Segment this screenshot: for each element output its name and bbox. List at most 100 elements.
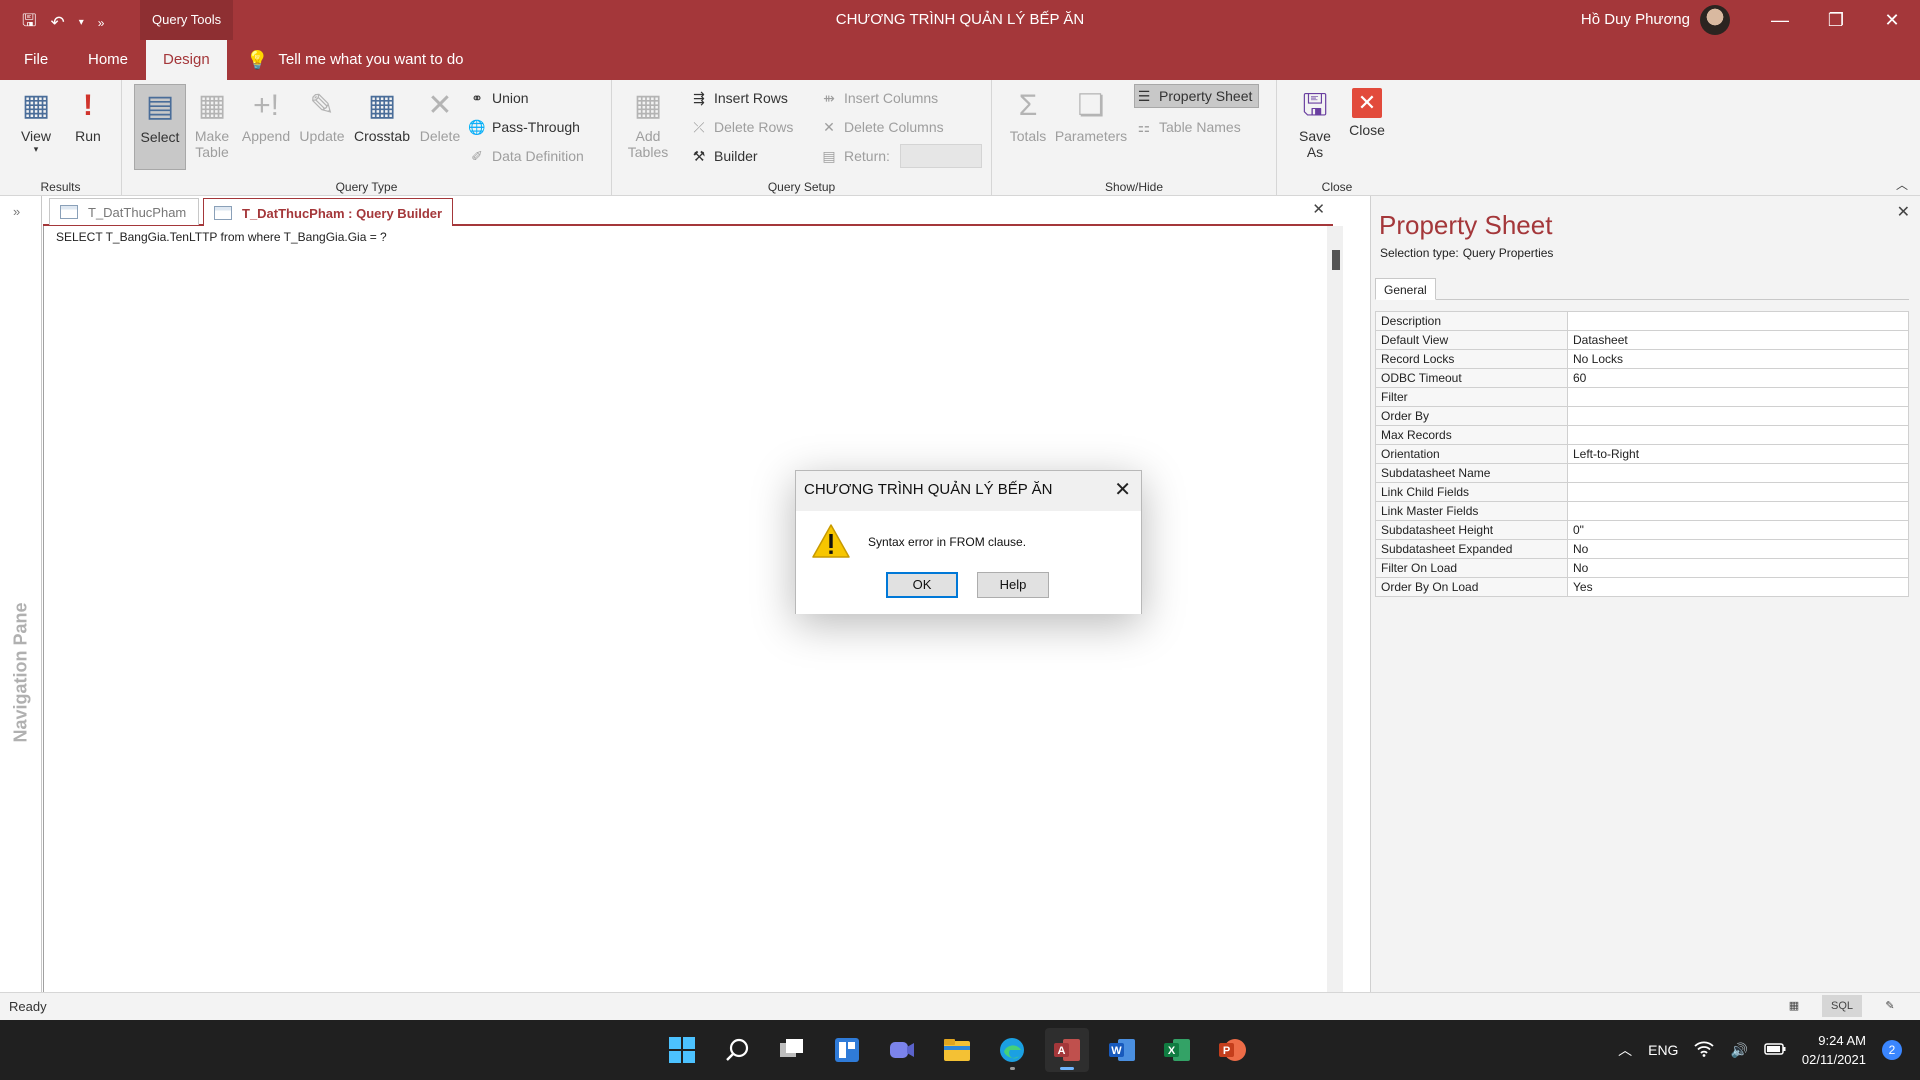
user-account[interactable]: Hồ Duy Phương bbox=[1581, 0, 1730, 40]
return-combobox[interactable] bbox=[899, 144, 982, 168]
builder-button[interactable]: ⚒ Builder bbox=[690, 144, 758, 168]
close-property-sheet-icon[interactable]: ✕ bbox=[1897, 202, 1910, 222]
ok-button[interactable]: OK bbox=[886, 572, 958, 598]
selection-type: Selection type: Query Properties bbox=[1380, 246, 1554, 260]
tell-me-search[interactable]: 💡 Tell me what you want to do bbox=[236, 40, 474, 80]
customize-qat-icon[interactable]: » bbox=[98, 16, 105, 30]
property-value[interactable]: Left-to-Right bbox=[1567, 444, 1909, 464]
delete-columns-button[interactable]: ✕ Delete Columns bbox=[820, 115, 943, 139]
powerpoint-icon[interactable]: P bbox=[1210, 1028, 1254, 1072]
minimize-icon[interactable]: — bbox=[1752, 0, 1808, 40]
select-query-icon: ▤ bbox=[145, 90, 175, 123]
scrollbar-thumb[interactable] bbox=[1332, 250, 1340, 270]
append-button[interactable]: +! Append bbox=[238, 84, 294, 170]
collapse-ribbon-icon[interactable]: ︿ bbox=[1896, 176, 1908, 193]
insert-rows-button[interactable]: ⇶ Insert Rows bbox=[690, 86, 788, 110]
tab-file[interactable]: File bbox=[14, 40, 58, 80]
property-row: Filter bbox=[1375, 387, 1909, 407]
close-document-icon[interactable]: ✕ bbox=[1312, 200, 1325, 218]
update-button[interactable]: ✎ Update bbox=[294, 84, 350, 170]
sql-text[interactable]: SELECT T_BangGia.TenLTTP from where T_Ba… bbox=[56, 230, 387, 244]
sql-view-button[interactable]: SQL bbox=[1822, 995, 1862, 1017]
property-value[interactable]: Datasheet bbox=[1567, 330, 1909, 350]
parameters-button[interactable]: ❏ Parameters bbox=[1054, 84, 1128, 170]
delete-query-button[interactable]: ✕ Delete bbox=[414, 84, 466, 170]
close-query-button[interactable]: ✕ Close bbox=[1341, 84, 1393, 170]
dialog-close-icon[interactable]: ✕ bbox=[1114, 477, 1131, 502]
property-value[interactable]: No bbox=[1567, 539, 1909, 559]
windows-start-icon[interactable] bbox=[660, 1028, 704, 1072]
tab-query-builder[interactable]: T_DatThucPham : Query Builder bbox=[203, 198, 454, 227]
totals-button[interactable]: Σ Totals bbox=[1002, 84, 1054, 170]
wifi-icon[interactable] bbox=[1694, 1041, 1715, 1060]
property-value[interactable] bbox=[1567, 406, 1909, 426]
data-definition-button[interactable]: ✐ Data Definition bbox=[468, 144, 584, 168]
teams-chat-icon[interactable] bbox=[880, 1028, 924, 1072]
property-value[interactable] bbox=[1567, 463, 1909, 483]
excel-icon[interactable]: X bbox=[1155, 1028, 1199, 1072]
design-view-icon[interactable]: ✎ bbox=[1870, 995, 1910, 1017]
clock[interactable]: 9:24 AM 02/11/2021 bbox=[1802, 1031, 1866, 1069]
sql-editor[interactable]: SELECT T_BangGia.TenLTTP from where T_Ba… bbox=[43, 226, 1343, 992]
access-icon[interactable]: A bbox=[1045, 1028, 1089, 1072]
property-value[interactable]: No bbox=[1567, 558, 1909, 578]
property-key: ODBC Timeout bbox=[1375, 368, 1568, 388]
property-value[interactable]: 0" bbox=[1567, 520, 1909, 540]
property-value[interactable] bbox=[1567, 311, 1909, 331]
volume-icon[interactable]: 🔊 bbox=[1730, 1042, 1747, 1059]
navigation-pane-label[interactable]: Navigation Pane bbox=[11, 602, 32, 742]
property-value[interactable] bbox=[1567, 425, 1909, 445]
undo-icon[interactable]: ↶ bbox=[50, 13, 64, 33]
property-key: Default View bbox=[1375, 330, 1568, 350]
property-value[interactable] bbox=[1567, 387, 1909, 407]
make-table-button[interactable]: ▦ Make Table bbox=[186, 84, 238, 170]
close-window-icon[interactable]: ✕ bbox=[1864, 0, 1920, 40]
insert-columns-button[interactable]: ⇻ Insert Columns bbox=[820, 86, 938, 110]
crosstab-button[interactable]: ▦ Crosstab bbox=[350, 84, 414, 170]
property-value[interactable]: 60 bbox=[1567, 368, 1909, 388]
word-icon[interactable]: W bbox=[1100, 1028, 1144, 1072]
group-query-type: ▤ Select ▦ Make Table +! Append ✎ Update… bbox=[122, 80, 612, 196]
battery-icon[interactable] bbox=[1764, 1042, 1786, 1059]
table-names-button[interactable]: ⚏ Table Names bbox=[1135, 115, 1241, 139]
property-sheet-button[interactable]: ☰ Property Sheet bbox=[1134, 84, 1260, 108]
save-icon[interactable]: 🖫 bbox=[22, 8, 36, 37]
view-switcher: ▦ SQL ✎ bbox=[1774, 995, 1910, 1017]
undo-dropdown-icon[interactable]: ▾ bbox=[79, 17, 84, 28]
avatar[interactable] bbox=[1700, 5, 1730, 35]
union-button[interactable]: ⚭ Union bbox=[468, 86, 528, 110]
add-tables-button[interactable]: ▦ Add Tables bbox=[622, 84, 674, 170]
tab-general[interactable]: General bbox=[1375, 278, 1436, 300]
widgets-icon[interactable] bbox=[825, 1028, 869, 1072]
file-explorer-icon[interactable] bbox=[935, 1028, 979, 1072]
property-key: Subdatasheet Name bbox=[1375, 463, 1568, 483]
group-close: 🖫 Save As ✕ Close Close bbox=[1277, 80, 1397, 196]
close-red-icon: ✕ bbox=[1352, 88, 1382, 118]
property-value[interactable] bbox=[1567, 501, 1909, 521]
property-value[interactable] bbox=[1567, 482, 1909, 502]
vertical-scrollbar[interactable] bbox=[1327, 226, 1343, 992]
property-key: Link Child Fields bbox=[1375, 482, 1568, 502]
run-button[interactable]: ! Run bbox=[62, 84, 114, 170]
tab-design[interactable]: Design bbox=[146, 40, 227, 80]
delete-rows-button[interactable]: ⤫ Delete Rows bbox=[690, 115, 793, 139]
edge-icon[interactable] bbox=[990, 1028, 1034, 1072]
pass-through-button[interactable]: 🌐 Pass-Through bbox=[468, 115, 580, 139]
property-value[interactable]: No Locks bbox=[1567, 349, 1909, 369]
search-icon[interactable] bbox=[715, 1028, 759, 1072]
help-button[interactable]: Help bbox=[977, 572, 1049, 598]
property-value[interactable]: Yes bbox=[1567, 577, 1909, 597]
language-indicator[interactable]: ENG bbox=[1648, 1042, 1678, 1058]
restore-icon[interactable]: ❐ bbox=[1808, 0, 1864, 40]
show-hidden-icons-chevron-icon[interactable]: ︿ bbox=[1618, 1040, 1632, 1060]
save-as-button[interactable]: 🖫 Save As bbox=[1289, 84, 1341, 170]
tab-t-datthucpham[interactable]: T_DatThucPham bbox=[49, 198, 199, 225]
select-query-button[interactable]: ▤ Select bbox=[134, 84, 186, 170]
datasheet-view-icon[interactable]: ▦ bbox=[1774, 995, 1814, 1017]
expand-nav-pane-icon[interactable]: » bbox=[13, 204, 20, 219]
notification-badge[interactable]: 2 bbox=[1882, 1040, 1902, 1060]
tab-home[interactable]: Home bbox=[78, 40, 138, 80]
svg-text:W: W bbox=[1111, 1045, 1122, 1057]
task-view-icon[interactable] bbox=[770, 1028, 814, 1072]
view-button[interactable]: ▦ View ▾ bbox=[10, 84, 62, 170]
